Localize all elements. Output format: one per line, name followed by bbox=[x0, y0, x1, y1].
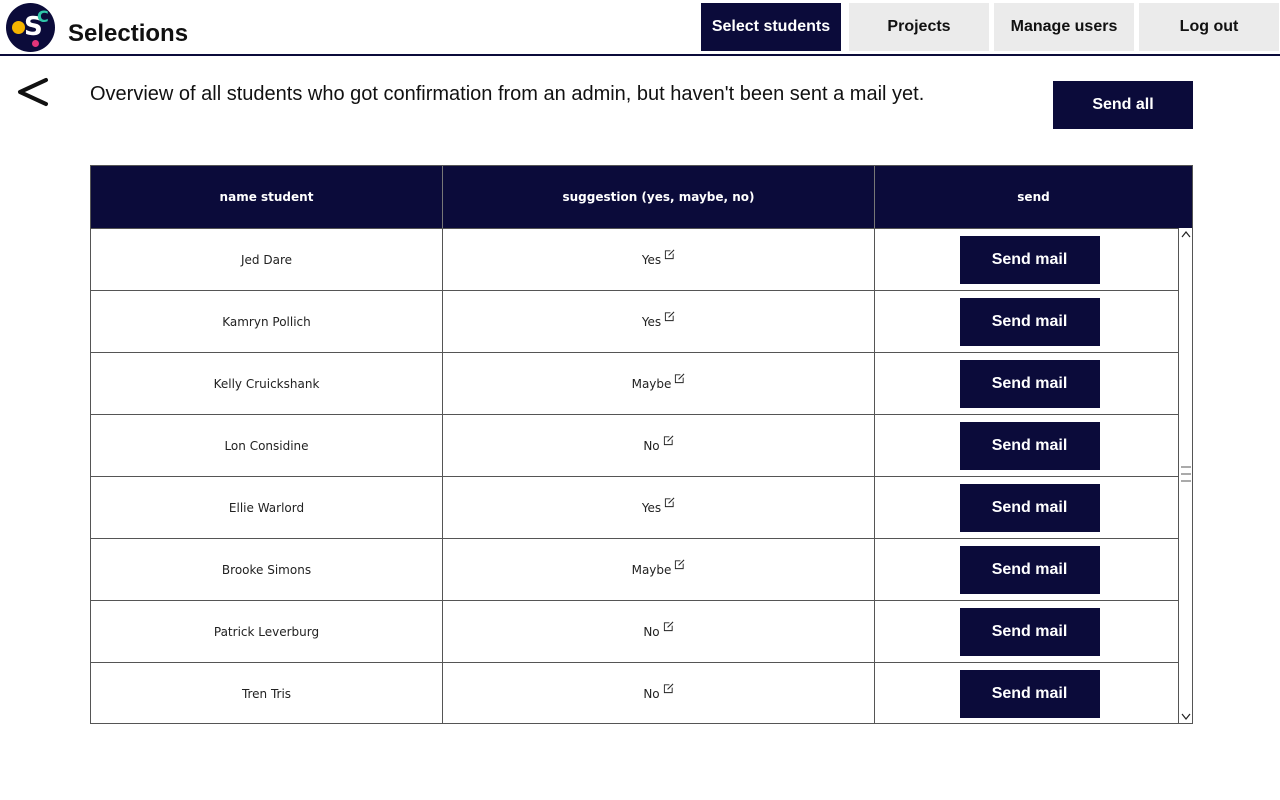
send-cell: Send mail bbox=[875, 229, 1178, 290]
suggestion-cell: Yes bbox=[443, 291, 875, 352]
send-cell: Send mail bbox=[875, 353, 1178, 414]
suggestion-value: No bbox=[643, 438, 660, 453]
osc-logo[interactable]: S C bbox=[6, 3, 55, 52]
edit-icon[interactable] bbox=[663, 435, 674, 446]
send-mail-button[interactable]: Send mail bbox=[959, 607, 1100, 656]
suggestion-value: Maybe bbox=[631, 376, 672, 391]
suggestion-value: Maybe bbox=[631, 562, 672, 577]
suggestion-cell: No bbox=[443, 663, 875, 724]
suggestion-value: Yes bbox=[641, 500, 662, 515]
logo-c-mark: C bbox=[37, 7, 49, 26]
send-mail-button[interactable]: Send mail bbox=[959, 483, 1100, 532]
student-name: Tren Tris bbox=[91, 663, 443, 724]
table-header: name student suggestion (yes, maybe, no)… bbox=[91, 166, 1192, 228]
suggestion-cell: Maybe bbox=[443, 353, 875, 414]
column-header-name: name student bbox=[91, 166, 443, 228]
student-name: Jed Dare bbox=[91, 229, 443, 290]
send-mail-button[interactable]: Send mail bbox=[959, 359, 1100, 408]
edit-icon[interactable] bbox=[664, 311, 675, 322]
send-cell: Send mail bbox=[875, 415, 1178, 476]
table-body: Tren Tris No Send mail Patrick Leverburg No S… bbox=[91, 228, 1192, 724]
suggestion-cell: Yes bbox=[443, 229, 875, 290]
send-mail-button[interactable]: Send mail bbox=[959, 669, 1100, 718]
table-row: Kamryn Pollich Yes Send mail bbox=[91, 290, 1178, 352]
chevron-left-icon bbox=[18, 78, 48, 106]
student-name: Lon Considine bbox=[91, 415, 443, 476]
table-scrollbar[interactable] bbox=[1178, 228, 1192, 723]
student-name: Brooke Simons bbox=[91, 539, 443, 600]
scroll-up-icon[interactable] bbox=[1179, 228, 1193, 242]
student-name: Patrick Leverburg bbox=[91, 601, 443, 662]
table-row: Tren Tris No Send mail bbox=[91, 662, 1178, 724]
column-header-send: send bbox=[1017, 190, 1050, 204]
edit-icon[interactable] bbox=[674, 559, 685, 570]
edit-icon[interactable] bbox=[664, 497, 675, 508]
table-row: Brooke Simons Maybe Send mail bbox=[91, 538, 1178, 600]
table-row: Jed Dare Yes Send mail bbox=[91, 228, 1178, 290]
column-header-suggestion: suggestion (yes, maybe, no) bbox=[443, 166, 875, 228]
send-mail-button[interactable]: Send mail bbox=[959, 297, 1100, 346]
table-row: Lon Considine No Send mail bbox=[91, 414, 1178, 476]
table-row: Patrick Leverburg No Send mail bbox=[91, 600, 1178, 662]
student-name: Kelly Cruickshank bbox=[91, 353, 443, 414]
send-mail-button[interactable]: Send mail bbox=[959, 421, 1100, 470]
student-name: Kamryn Pollich bbox=[91, 291, 443, 352]
page-title: Selections bbox=[68, 20, 189, 47]
send-cell: Send mail bbox=[875, 539, 1178, 600]
suggestion-value: No bbox=[643, 624, 660, 639]
send-cell: Send mail bbox=[875, 601, 1178, 662]
suggestion-cell: No bbox=[443, 415, 875, 476]
back-button[interactable] bbox=[14, 74, 54, 114]
logo-pink-dot bbox=[32, 40, 39, 47]
send-all-button[interactable]: Send all bbox=[1053, 81, 1193, 129]
suggestion-cell: Yes bbox=[443, 477, 875, 538]
edit-icon[interactable] bbox=[663, 621, 674, 632]
suggestion-cell: No bbox=[443, 601, 875, 662]
send-mail-button[interactable]: Send mail bbox=[959, 545, 1100, 594]
page-description: Overview of all students who got confirm… bbox=[90, 83, 925, 105]
table-row: Ellie Warlord Yes Send mail bbox=[91, 476, 1178, 538]
suggestion-value: Yes bbox=[641, 314, 662, 329]
nav-select-students[interactable]: Select students bbox=[701, 3, 841, 51]
scroll-thumb-grip-icon[interactable] bbox=[1180, 460, 1192, 488]
send-mail-button[interactable]: Send mail bbox=[959, 235, 1100, 284]
send-cell: Send mail bbox=[875, 663, 1178, 724]
nav-log-out[interactable]: Log out bbox=[1139, 3, 1279, 51]
top-bar: S C Selections Select students Projects … bbox=[0, 0, 1280, 56]
student-name: Ellie Warlord bbox=[91, 477, 443, 538]
edit-icon[interactable] bbox=[664, 249, 675, 260]
suggestion-cell: Maybe bbox=[443, 539, 875, 600]
students-table: name student suggestion (yes, maybe, no)… bbox=[90, 165, 1193, 724]
scroll-down-icon[interactable] bbox=[1179, 709, 1193, 723]
edit-icon[interactable] bbox=[674, 373, 685, 384]
table-row: Kelly Cruickshank Maybe Send mail bbox=[91, 352, 1178, 414]
suggestion-value: Yes bbox=[641, 252, 662, 267]
edit-icon[interactable] bbox=[663, 683, 674, 694]
nav-manage-users[interactable]: Manage users bbox=[994, 3, 1134, 51]
suggestion-value: No bbox=[643, 686, 660, 701]
send-cell: Send mail bbox=[875, 477, 1178, 538]
nav-projects[interactable]: Projects bbox=[849, 3, 989, 51]
send-cell: Send mail bbox=[875, 291, 1178, 352]
